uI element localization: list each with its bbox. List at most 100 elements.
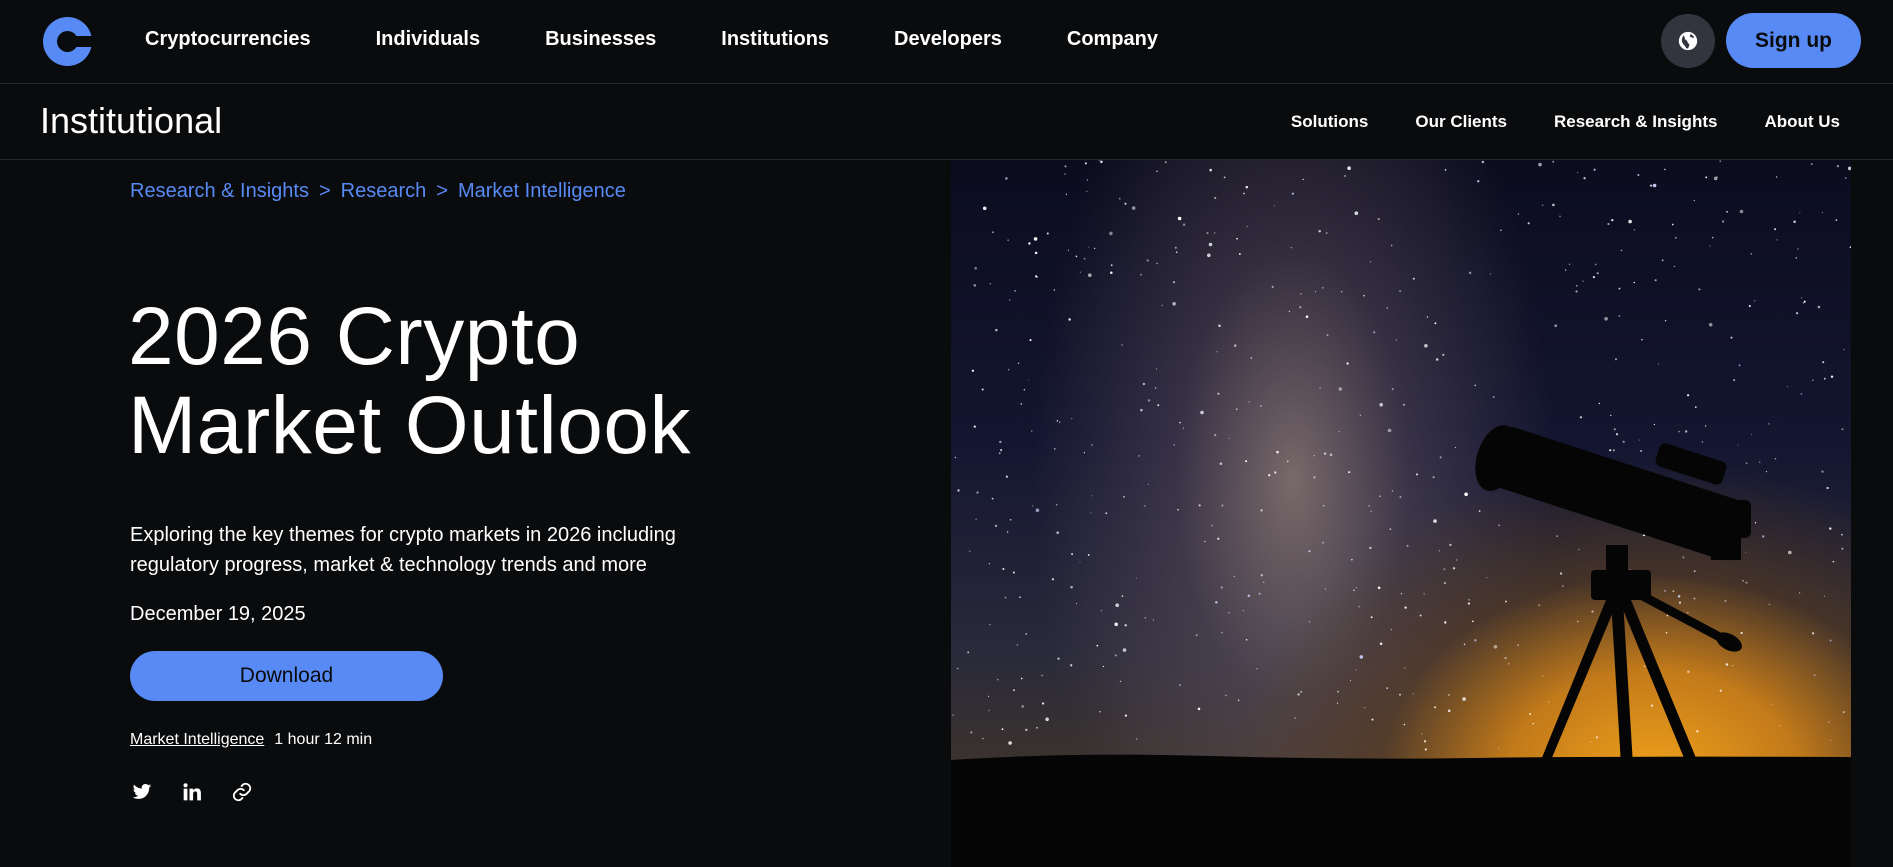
nav-developers[interactable]: Developers <box>894 28 1002 51</box>
star <box>1319 387 1321 389</box>
star <box>1664 168 1666 171</box>
star <box>1693 597 1696 600</box>
sub-nav-links: Solutions Our Clients Research & Insight… <box>1244 112 1840 132</box>
star <box>1087 553 1090 556</box>
nav-company[interactable]: Company <box>1067 28 1158 51</box>
star <box>1021 705 1024 708</box>
star <box>991 497 994 500</box>
star <box>1776 239 1778 241</box>
star <box>1318 229 1321 233</box>
link-icon[interactable] <box>230 780 254 804</box>
star <box>1730 336 1733 339</box>
breadcrumb-research[interactable]: Research <box>341 180 427 203</box>
star <box>1344 175 1347 177</box>
star <box>1687 611 1689 614</box>
star <box>1432 476 1435 479</box>
star <box>1070 585 1073 589</box>
star <box>1173 444 1175 446</box>
main-nav: Cryptocurrencies Individuals Businesses … <box>145 28 1223 51</box>
star <box>1020 677 1023 680</box>
star <box>1638 439 1640 441</box>
star <box>1664 320 1667 322</box>
coinbase-logo-icon[interactable] <box>43 17 93 66</box>
milky-way-telescope-illustration <box>951 160 1851 867</box>
subnav-about-us[interactable]: About Us <box>1764 112 1840 132</box>
breadcrumb: Research & Insights > Research > Market … <box>130 180 626 203</box>
star <box>1297 693 1300 696</box>
nav-cryptocurrencies[interactable]: Cryptocurrencies <box>145 28 311 51</box>
subnav-solutions[interactable]: Solutions <box>1291 112 1368 132</box>
star <box>1325 232 1328 234</box>
star <box>1340 291 1343 293</box>
star <box>1338 387 1343 391</box>
star <box>970 731 973 734</box>
star <box>1124 202 1127 205</box>
star <box>1421 733 1423 735</box>
star <box>1248 401 1250 403</box>
star <box>1447 693 1450 696</box>
star <box>1084 162 1087 165</box>
linkedin-icon[interactable] <box>180 780 204 804</box>
star <box>1395 339 1398 341</box>
hero-image <box>951 160 1851 867</box>
star <box>1147 399 1151 402</box>
star <box>1250 357 1253 359</box>
star <box>1322 505 1325 507</box>
star <box>987 695 990 698</box>
star <box>1424 344 1428 348</box>
star <box>1071 553 1074 556</box>
star <box>1245 460 1248 463</box>
star <box>1517 213 1520 215</box>
star <box>1017 362 1020 365</box>
star <box>1219 462 1223 465</box>
star <box>1693 199 1695 202</box>
star <box>1751 433 1753 435</box>
star <box>1811 379 1814 382</box>
star <box>1835 219 1838 222</box>
star <box>1299 306 1302 309</box>
star <box>1598 402 1601 405</box>
telescope-silhouette <box>1475 425 1751 765</box>
star <box>1468 271 1472 275</box>
star <box>1477 180 1480 183</box>
star <box>1215 601 1218 604</box>
sign-up-button[interactable]: Sign up <box>1726 13 1861 68</box>
star <box>1124 714 1128 717</box>
star <box>1803 300 1806 303</box>
star <box>1155 368 1158 370</box>
article-meta: Market Intelligence 1 hour 12 min <box>130 731 372 749</box>
star <box>1124 624 1127 627</box>
category-tag-link[interactable]: Market Intelligence <box>130 731 264 749</box>
star <box>1096 644 1099 647</box>
twitter-icon[interactable] <box>130 780 154 804</box>
subnav-research-insights[interactable]: Research & Insights <box>1554 112 1717 132</box>
sub-navigation: Institutional Solutions Our Clients Rese… <box>0 84 1893 160</box>
star <box>1768 603 1770 606</box>
star <box>1759 461 1761 463</box>
download-button[interactable]: Download <box>130 651 443 701</box>
star <box>1696 730 1699 733</box>
star <box>1607 222 1610 226</box>
breadcrumb-separator: > <box>436 180 448 202</box>
language-button[interactable] <box>1661 14 1715 68</box>
nav-businesses[interactable]: Businesses <box>545 28 656 51</box>
nav-institutions[interactable]: Institutions <box>721 28 829 51</box>
star <box>1005 177 1008 180</box>
star <box>1206 232 1209 235</box>
star <box>1665 632 1668 634</box>
star <box>1811 632 1815 635</box>
star <box>1711 236 1714 239</box>
star <box>1209 168 1212 172</box>
subnav-our-clients[interactable]: Our Clients <box>1415 112 1507 132</box>
nav-individuals[interactable]: Individuals <box>376 28 480 51</box>
star <box>1091 495 1093 497</box>
star <box>1774 457 1777 460</box>
breadcrumb-market-intelligence[interactable]: Market Intelligence <box>458 180 626 203</box>
breadcrumb-research-insights[interactable]: Research & Insights <box>130 180 309 203</box>
star <box>1391 490 1394 492</box>
star <box>1701 441 1704 443</box>
section-title[interactable]: Institutional <box>40 100 222 142</box>
star <box>1036 726 1039 729</box>
star <box>1596 272 1599 275</box>
star <box>1591 610 1594 613</box>
